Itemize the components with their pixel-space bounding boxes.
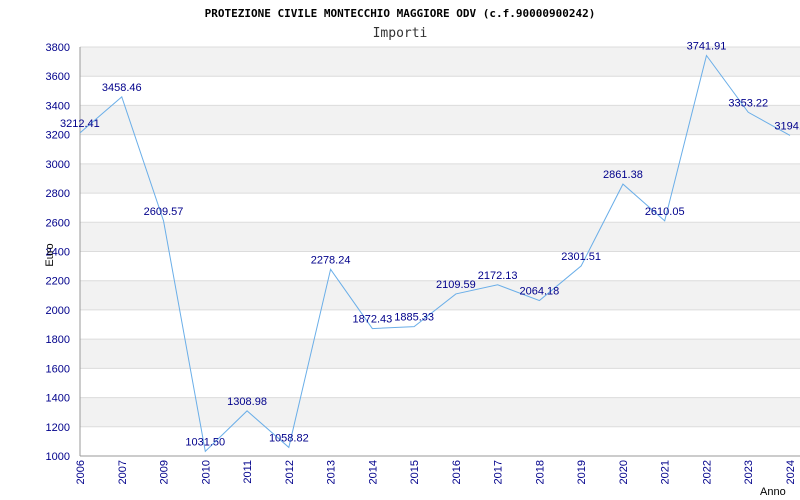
x-tick-label: 2016 xyxy=(451,460,463,484)
data-label: 2109.59 xyxy=(436,279,476,291)
grid-band xyxy=(80,397,800,427)
data-label: 3212.41 xyxy=(60,118,100,130)
data-label: 2064.18 xyxy=(520,286,560,298)
x-tick-label: 2009 xyxy=(159,460,171,484)
data-label: 3741.91 xyxy=(687,40,727,52)
y-tick-label: 3600 xyxy=(46,71,70,83)
data-label: 2861.38 xyxy=(603,169,643,181)
x-axis-ticks: 2006 2007 2009 2010 2011 2012 2013 2014 2015 2016… xyxy=(75,460,797,484)
y-tick-label: 3200 xyxy=(46,130,70,142)
x-tick-label: 2024 xyxy=(785,460,797,484)
y-tick-label: 2000 xyxy=(46,305,70,317)
data-label: 1031.50 xyxy=(185,436,225,448)
data-label: 3353.22 xyxy=(728,97,768,109)
x-axis-label: Anno xyxy=(760,486,786,498)
y-tick-label: 1200 xyxy=(46,422,70,434)
x-tick-label: 2017 xyxy=(493,460,505,484)
y-tick-label: 1400 xyxy=(46,393,70,405)
data-label: 2609.57 xyxy=(144,206,184,218)
x-tick-label: 2022 xyxy=(701,460,713,484)
grid-band xyxy=(80,105,800,135)
line-chart: PROTEZIONE CIVILE MONTECCHIO MAGGIORE OD… xyxy=(44,7,800,498)
x-tick-label: 2015 xyxy=(409,460,421,484)
chart-subtitle: Importi xyxy=(373,26,428,41)
y-tick-label: 3800 xyxy=(46,42,70,54)
y-axis-label: Euro xyxy=(44,243,56,266)
data-label: 3458.46 xyxy=(102,82,142,94)
y-tick-label: 2200 xyxy=(46,276,70,288)
y-tick-label: 2600 xyxy=(46,217,70,229)
x-tick-label: 2021 xyxy=(660,460,672,484)
x-tick-label: 2019 xyxy=(576,460,588,484)
x-tick-label: 2014 xyxy=(367,460,379,484)
grid-band xyxy=(80,163,800,194)
data-label: 1308.98 xyxy=(227,396,267,408)
x-tick-label: 2011 xyxy=(242,460,254,484)
x-tick-label: 2010 xyxy=(200,460,212,484)
chart-title: PROTEZIONE CIVILE MONTECCHIO MAGGIORE OD… xyxy=(205,7,596,20)
x-tick-label: 2020 xyxy=(618,460,630,484)
data-label: 1872.43 xyxy=(352,314,392,326)
y-tick-label: 1000 xyxy=(46,451,70,463)
x-tick-label: 2012 xyxy=(284,460,296,484)
data-label: 2610.05 xyxy=(645,206,685,218)
x-tick-label: 2023 xyxy=(743,460,755,484)
data-label: 1058.82 xyxy=(269,432,309,444)
y-tick-label: 1800 xyxy=(46,334,70,346)
data-label: 2301.51 xyxy=(561,251,601,263)
grid-band xyxy=(80,222,800,252)
x-tick-label: 2007 xyxy=(117,460,129,484)
data-label: 1885.33 xyxy=(394,312,434,324)
y-tick-label: 1600 xyxy=(46,363,70,375)
y-tick-label: 3000 xyxy=(46,159,70,171)
data-label: 2278.24 xyxy=(311,254,351,266)
x-tick-label: 2013 xyxy=(326,460,338,484)
grid-bands xyxy=(80,47,800,427)
y-tick-label: 3400 xyxy=(46,100,70,112)
x-tick-label: 2006 xyxy=(75,460,87,484)
data-label: 2172.13 xyxy=(478,270,518,282)
y-tick-label: 2800 xyxy=(46,188,70,200)
data-label: 3194.3 xyxy=(774,120,800,132)
x-tick-label: 2018 xyxy=(534,460,546,484)
